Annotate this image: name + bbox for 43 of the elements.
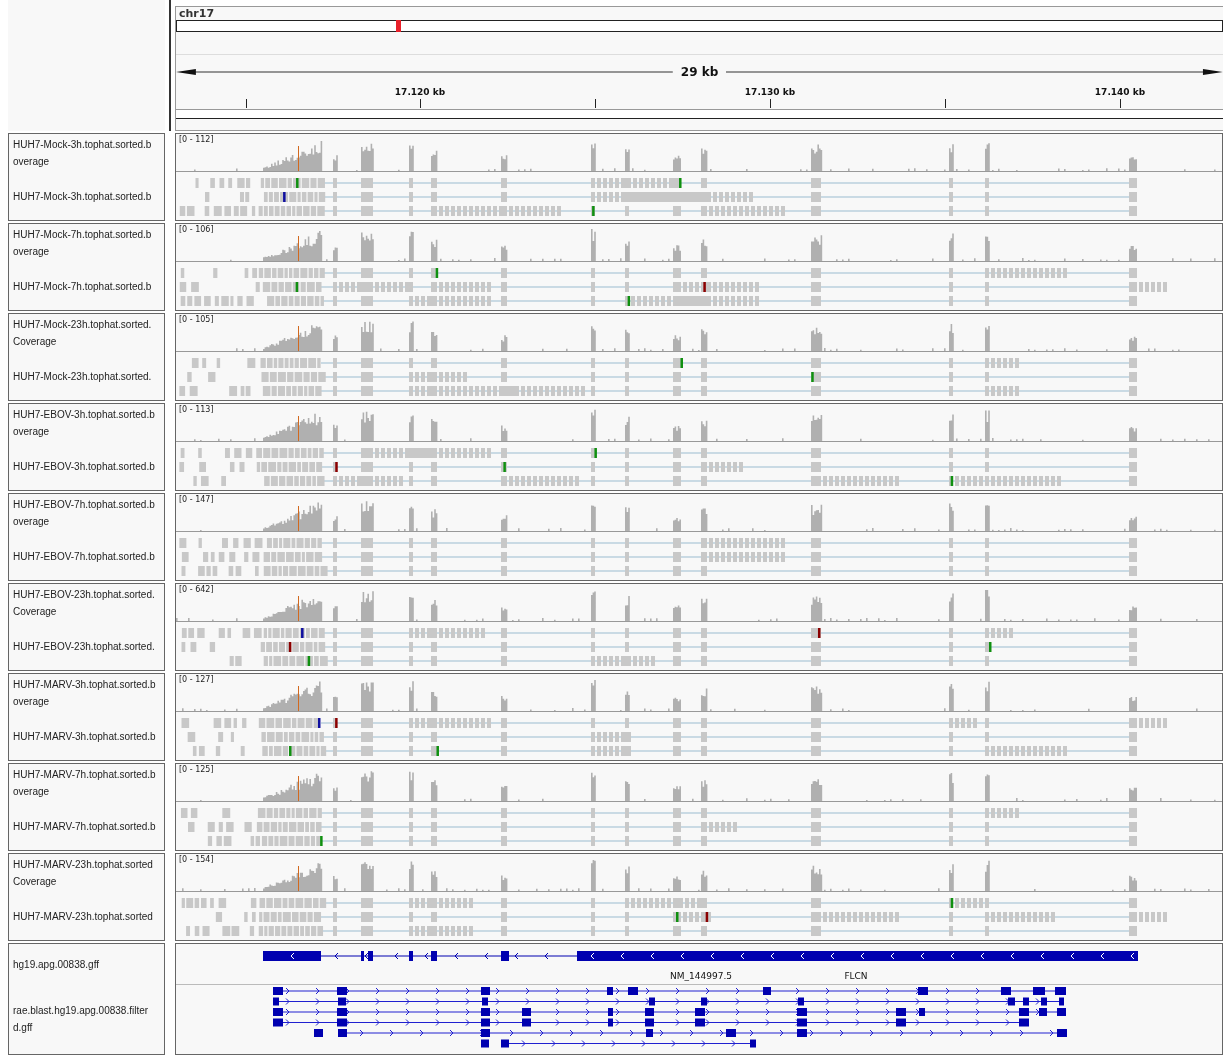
tick-mark — [1120, 99, 1121, 108]
tick-mark — [770, 99, 771, 108]
data-range: [0 - 105] — [179, 315, 214, 324]
track-name[interactable]: HUH7-MARV-3h.tophat.sorted.b overage — [13, 676, 156, 710]
tick-label: 17.130 kb — [744, 87, 796, 97]
span-length: 29 kb — [680, 65, 719, 79]
tick-mark — [595, 99, 596, 108]
data-range: [0 - 113] — [179, 405, 214, 414]
track-name[interactable]: HUH7-Mock-23h.tophat.sorted. — [13, 367, 152, 385]
track-name[interactable]: HUH7-Mock-7h.tophat.sorted.b overage — [13, 226, 152, 260]
track-name[interactable]: HUH7-Mock-23h.tophat.sorted. Coverage — [13, 316, 152, 350]
data-range: [0 - 147] — [179, 495, 214, 504]
chromosome-name: chr17 — [178, 7, 216, 20]
region-marker[interactable] — [396, 20, 401, 32]
track-name[interactable]: HUH7-EBOV-7h.tophat.sorted.b overage — [13, 496, 155, 530]
tick-label: 17.140 kb — [1094, 87, 1146, 97]
tick-mark — [420, 99, 421, 108]
track-name[interactable]: HUH7-EBOV-7h.tophat.sorted.b — [13, 547, 155, 565]
feature-name: NM_144997.5 — [670, 971, 732, 981]
track-name[interactable]: HUH7-Mock-3h.tophat.sorted.b overage — [13, 136, 152, 170]
data-range: [0 - 127] — [179, 675, 214, 684]
track-name[interactable]: rae.blast.hg19.apg.00838.filter d.gff — [13, 1002, 149, 1036]
track-name[interactable]: HUH7-MARV-23h.tophat.sorted Coverage — [13, 856, 153, 890]
track-name[interactable]: HUH7-MARV-7h.tophat.sorted.b overage — [13, 766, 156, 800]
track-name[interactable]: HUH7-MARV-3h.tophat.sorted.b — [13, 727, 156, 745]
track-name[interactable]: HUH7-EBOV-3h.tophat.sorted.b — [13, 457, 155, 475]
data-range: [0 - 125] — [179, 765, 214, 774]
track-name[interactable]: HUH7-EBOV-3h.tophat.sorted.b overage — [13, 406, 155, 440]
track-name[interactable]: HUH7-Mock-7h.tophat.sorted.b — [13, 277, 152, 295]
data-range: [0 - 112] — [179, 135, 214, 144]
track-name[interactable]: HUH7-Mock-3h.tophat.sorted.b — [13, 187, 152, 205]
track-name[interactable]: hg19.apg.00838.gff — [13, 955, 99, 973]
track-name[interactable]: HUH7-MARV-23h.tophat.sorted — [13, 907, 153, 925]
tick-mark — [945, 99, 946, 108]
data-range: [0 - 106] — [179, 225, 214, 234]
tick-mark — [246, 99, 247, 108]
track-name[interactable]: HUH7-EBOV-23h.tophat.sorted. — [13, 637, 155, 655]
tick-label: 17.120 kb — [394, 87, 446, 97]
track-name[interactable]: HUH7-MARV-7h.tophat.sorted.b — [13, 817, 156, 835]
data-range: [0 - 642] — [179, 585, 214, 594]
feature-name: FLCN — [844, 971, 868, 981]
track-name[interactable]: HUH7-EBOV-23h.tophat.sorted. Coverage — [13, 586, 155, 620]
data-range: [0 - 154] — [179, 855, 214, 864]
